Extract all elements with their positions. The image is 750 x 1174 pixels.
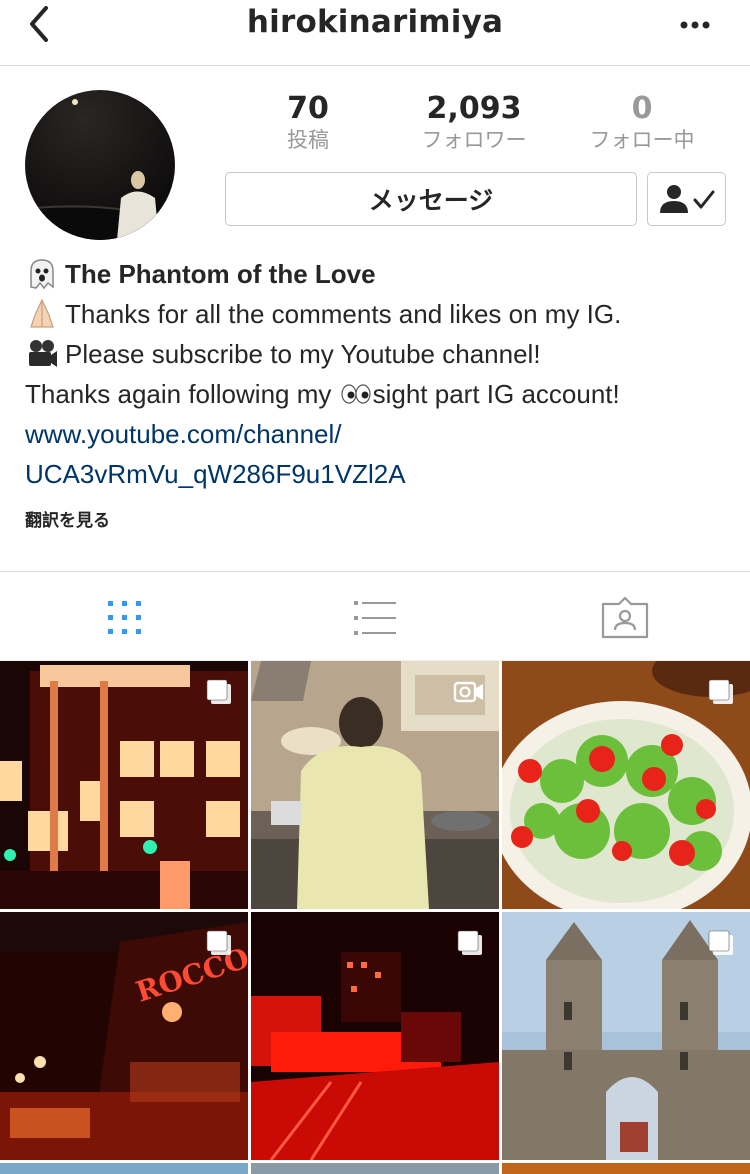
stat-label: フォロー中 <box>589 128 695 152</box>
posts-grid: ROCCO <box>0 661 750 1174</box>
bio-link[interactable]: www.youtube.com/channel/ <box>25 414 740 454</box>
bio-display-name: The Phantom of the Love <box>65 259 376 289</box>
bio-line: Please subscribe to my Youtube channel! <box>25 334 740 374</box>
profile-bio: The Phantom of the Love Thanks for all t… <box>25 254 740 494</box>
multi-photo-icon <box>206 679 231 704</box>
bio-text: Please subscribe to my Youtube channel! <box>65 339 541 369</box>
tab-list[interactable] <box>350 596 400 640</box>
video-icon <box>453 681 483 703</box>
post-thumbnail[interactable] <box>502 661 750 909</box>
movie-camera-emoji <box>29 340 57 367</box>
profile-stats: 70 投稿 2,093 フォロワー 0 フォロー中 <box>228 92 728 162</box>
profile-username-title: hirokinarimiya <box>246 4 504 40</box>
multi-photo-icon <box>457 930 482 955</box>
tab-grid[interactable] <box>100 596 150 640</box>
message-button[interactable]: メッセージ <box>225 172 637 226</box>
post-thumbnail[interactable] <box>502 1163 750 1174</box>
tagged-person-icon <box>601 596 649 639</box>
stat-label: フォロワー <box>421 128 527 152</box>
bio-line: Thanks again following my sight part IG … <box>25 374 740 414</box>
post-thumbnail[interactable] <box>502 912 750 1160</box>
stat-value: 2,093 <box>426 91 522 126</box>
bio-link[interactable]: UCA3vRmVu_qW286F9u1VZl2A <box>25 454 740 494</box>
multi-photo-icon <box>206 930 231 955</box>
avatar[interactable] <box>25 90 175 240</box>
list-icon <box>354 601 396 635</box>
bio-text: Thanks for all the comments and likes on… <box>65 299 622 329</box>
bio-link-text[interactable]: UCA3vRmVu_qW286F9u1VZl2A <box>25 454 406 494</box>
stat-posts[interactable]: 70 投稿 <box>228 92 388 154</box>
profile-view-tabs <box>0 571 750 661</box>
multi-photo-icon <box>708 679 733 704</box>
post-thumbnail[interactable] <box>0 1163 248 1174</box>
bio-name-line: The Phantom of the Love <box>25 254 740 294</box>
multi-photo-icon <box>708 930 733 955</box>
post-thumbnail[interactable] <box>251 1163 499 1174</box>
stat-label: 投稿 <box>287 128 329 152</box>
tab-tagged[interactable] <box>600 596 650 640</box>
bio-text: Thanks again following my <box>25 379 339 409</box>
stat-following[interactable]: 0 フォロー中 <box>562 92 722 154</box>
post-thumbnail[interactable] <box>251 912 499 1160</box>
bio-line: Thanks for all the comments and likes on… <box>25 294 740 334</box>
post-thumbnail[interactable] <box>251 661 499 909</box>
translate-link[interactable]: 翻訳を見る <box>25 506 110 531</box>
stat-value: 0 <box>631 91 653 126</box>
bio-text: sight part IG account! <box>372 379 620 409</box>
stat-followers[interactable]: 2,093 フォロワー <box>394 92 554 154</box>
folded-hands-emoji <box>30 298 54 328</box>
post-thumbnail[interactable]: ROCCO <box>0 912 248 1160</box>
post-thumbnail[interactable] <box>0 661 248 909</box>
person-check-icon <box>659 185 714 213</box>
eyes-emoji <box>341 384 371 404</box>
ghost-emoji <box>30 259 54 290</box>
stat-value: 70 <box>287 91 329 126</box>
more-dots-icon[interactable] <box>680 16 712 29</box>
following-button[interactable] <box>647 172 726 226</box>
top-bar: hirokinarimiya <box>0 0 750 66</box>
bio-link-text[interactable]: www.youtube.com/channel/ <box>25 414 342 454</box>
grid-icon <box>108 601 141 634</box>
